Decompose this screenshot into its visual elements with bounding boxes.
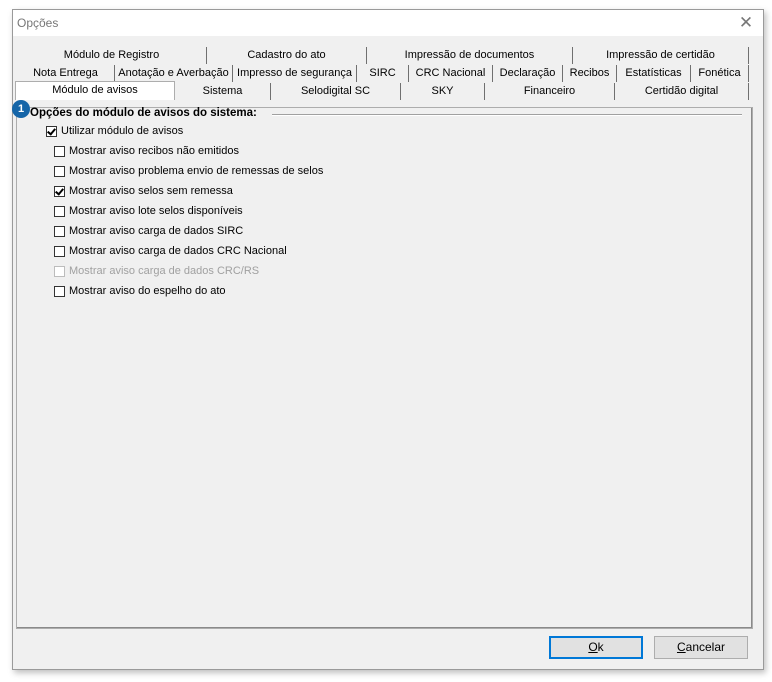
checkbox[interactable] bbox=[54, 165, 65, 177]
tab-modulo-registro[interactable]: Módulo de Registro bbox=[17, 47, 207, 64]
ok-button[interactable]: Ok bbox=[549, 636, 643, 659]
tab-sistema[interactable]: Sistema bbox=[175, 83, 271, 100]
step-badge: 1 bbox=[12, 100, 30, 118]
option-carga-crc-rs: Mostrar aviso carga de dados CRC/RS bbox=[54, 264, 259, 278]
checkbox[interactable] bbox=[54, 225, 65, 237]
option-carga-sirc[interactable]: Mostrar aviso carga de dados SIRC bbox=[54, 224, 243, 238]
tab-recibos[interactable]: Recibos bbox=[563, 65, 617, 82]
tab-impressao-certidao[interactable]: Impressão de certidão bbox=[573, 47, 749, 64]
tab-sirc[interactable]: SIRC bbox=[357, 65, 409, 82]
tab-modulo-avisos[interactable]: Módulo de avisos bbox=[15, 81, 175, 100]
tab-estatisticas[interactable]: Estatísticas bbox=[617, 65, 691, 82]
checkbox[interactable] bbox=[54, 245, 65, 257]
checkbox[interactable] bbox=[54, 185, 65, 197]
tab-certidao-digital[interactable]: Certidão digital bbox=[615, 83, 749, 100]
tab-sky[interactable]: SKY bbox=[401, 83, 485, 100]
checkbox[interactable] bbox=[54, 145, 65, 157]
options-dialog: Opções ✕ Módulo de Registro Cadastro do … bbox=[12, 9, 764, 670]
tab-row-3: Módulo de avisos Sistema Selodigital SC … bbox=[13, 81, 763, 101]
tab-impressao-documentos[interactable]: Impressão de documentos bbox=[367, 47, 573, 64]
tab-nota-entrega[interactable]: Nota Entrega bbox=[17, 65, 115, 82]
option-recibos-nao-emitidos[interactable]: Mostrar aviso recibos não emitidos bbox=[54, 144, 239, 158]
cancel-button[interactable]: Cancelar bbox=[654, 636, 748, 659]
window-title: Opções bbox=[17, 16, 59, 30]
tab-financeiro[interactable]: Financeiro bbox=[485, 83, 615, 100]
tab-impresso-seguranca[interactable]: Impresso de segurança bbox=[233, 65, 357, 82]
tab-anotacao-averbacao[interactable]: Anotação e Averbação bbox=[115, 65, 233, 82]
group-divider bbox=[272, 114, 742, 116]
tab-fonetica[interactable]: Fonética bbox=[691, 65, 749, 82]
option-espelho-ato[interactable]: Mostrar aviso do espelho do ato bbox=[54, 284, 226, 298]
checkbox[interactable] bbox=[54, 285, 65, 297]
tab-row-1: Módulo de Registro Cadastro do ato Impre… bbox=[13, 47, 763, 65]
tab-crc-nacional[interactable]: CRC Nacional bbox=[409, 65, 493, 82]
tab-cadastro-ato[interactable]: Cadastro do ato bbox=[207, 47, 367, 64]
option-lote-selos[interactable]: Mostrar aviso lote selos disponíveis bbox=[54, 204, 243, 218]
checkbox[interactable] bbox=[46, 125, 57, 137]
option-problema-envio-remessas[interactable]: Mostrar aviso problema envio de remessas… bbox=[54, 164, 323, 178]
close-icon[interactable]: ✕ bbox=[735, 12, 757, 34]
checkbox bbox=[54, 265, 65, 277]
group-title: Opções do módulo de avisos do sistema: bbox=[30, 107, 257, 119]
tab-declaracao[interactable]: Declaração bbox=[493, 65, 563, 82]
tab-selodigital-sc[interactable]: Selodigital SC bbox=[271, 83, 401, 100]
option-selos-sem-remessa[interactable]: Mostrar aviso selos sem remessa bbox=[54, 184, 233, 198]
title-bar: Opções ✕ bbox=[13, 10, 763, 36]
option-carga-crc-nacional[interactable]: Mostrar aviso carga de dados CRC Naciona… bbox=[54, 244, 287, 258]
checkbox[interactable] bbox=[54, 205, 65, 217]
option-utilizar-modulo[interactable]: Utilizar módulo de avisos bbox=[46, 124, 183, 138]
